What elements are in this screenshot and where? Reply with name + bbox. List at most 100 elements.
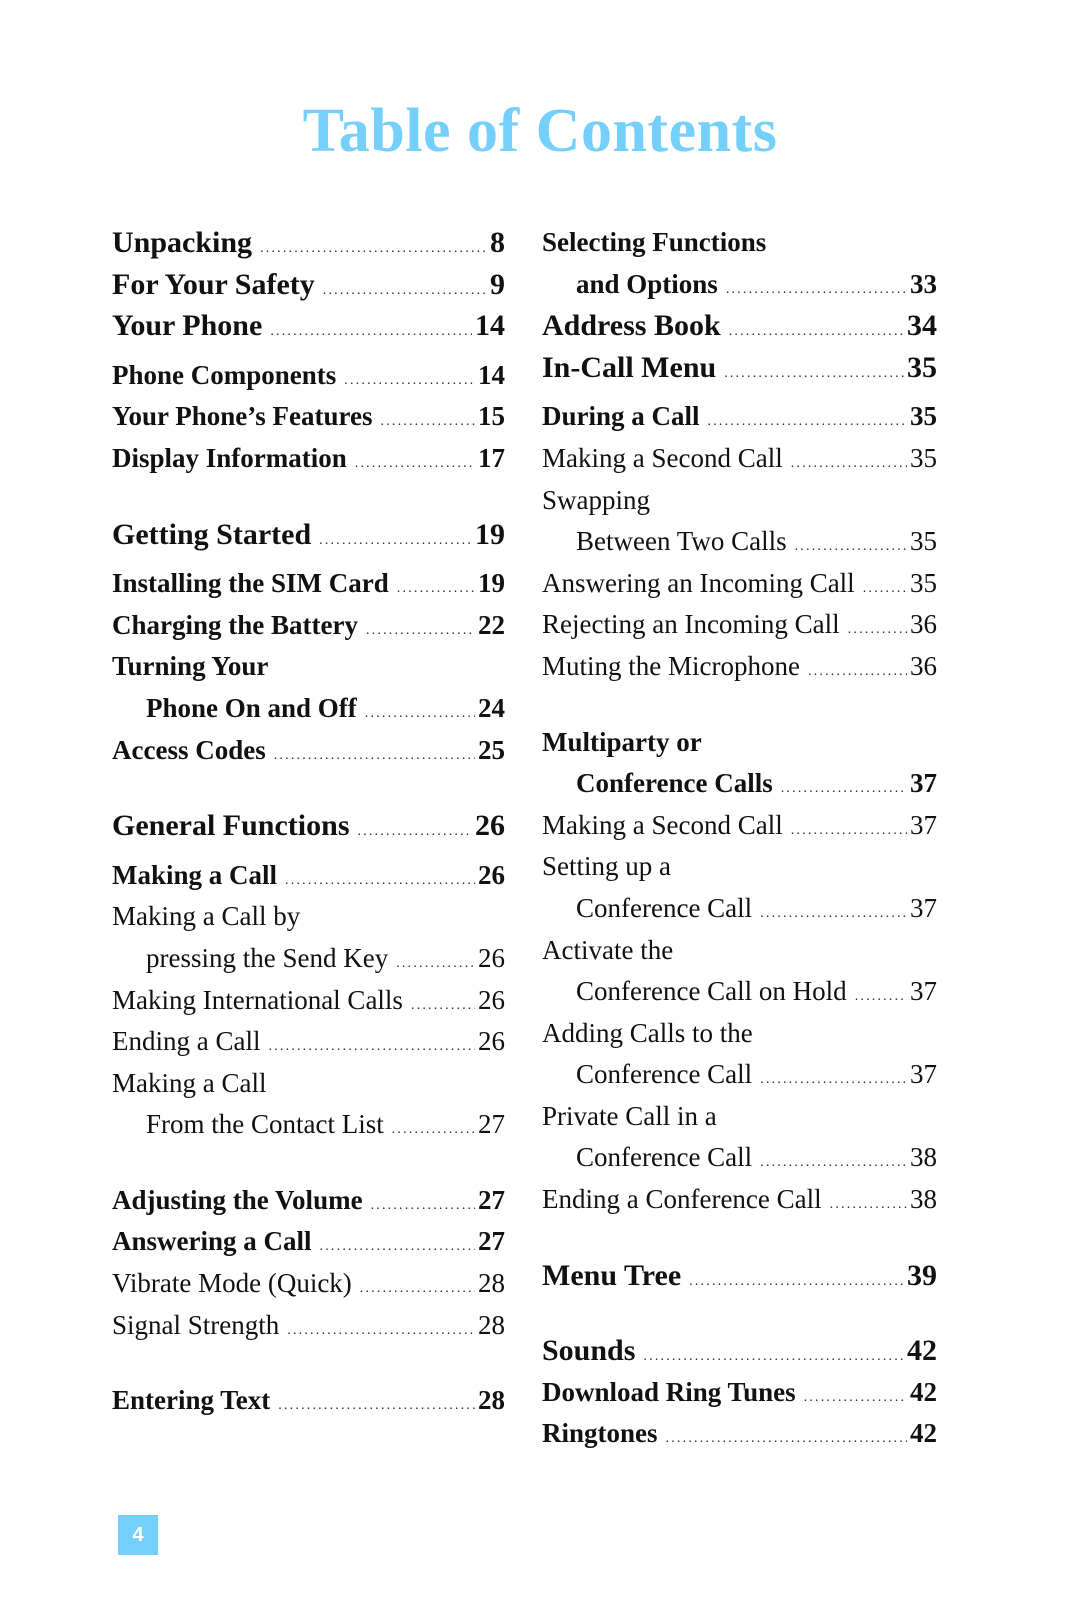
toc-entry-page: 34 <box>907 309 937 343</box>
toc-entry[interactable]: Activate the <box>542 930 937 972</box>
dot-leader <box>360 1268 475 1310</box>
toc-entry[interactable]: Your Phone’s Features 15 <box>112 396 505 438</box>
toc-entry-title: Phone On and Off <box>146 692 357 723</box>
toc-entry[interactable]: Making a Second Call 37 <box>542 805 937 847</box>
dot-leader <box>726 269 907 311</box>
toc-entry[interactable]: Charging the Battery 22 <box>112 605 505 647</box>
toc-entry[interactable]: Display Information 17 <box>112 438 505 480</box>
dot-leader <box>323 270 487 312</box>
toc-entry[interactable]: Swapping <box>542 480 937 522</box>
toc-entry-page: 15 <box>478 401 505 432</box>
toc-entry[interactable]: General Functions 26 <box>112 805 505 847</box>
toc-entry-title: Charging the Battery <box>112 609 358 640</box>
toc-entry[interactable]: Conference Call 37 <box>542 888 937 930</box>
toc-entry[interactable]: Making a Call <box>112 1063 505 1105</box>
dot-leader <box>863 568 907 610</box>
toc-entry[interactable]: Sounds 42 <box>542 1330 937 1372</box>
toc-entry-title: Rejecting an Incoming Call <box>542 609 840 640</box>
toc-entry-page: 33 <box>910 268 937 299</box>
toc-entry[interactable]: Private Call in a <box>542 1096 937 1138</box>
toc-entry[interactable]: Download Ring Tunes 42 <box>542 1372 937 1414</box>
toc-entry-title: General Functions <box>112 809 350 843</box>
toc-entry[interactable]: Vibrate Mode (Quick) 28 <box>112 1263 505 1305</box>
toc-entry-page: 27 <box>478 1226 505 1257</box>
toc-entry-title: Entering Text <box>112 1385 271 1416</box>
toc-entry[interactable]: Selecting Functions <box>542 222 937 264</box>
toc-entry[interactable]: Muting the Microphone 36 <box>542 646 937 688</box>
toc-entry[interactable]: Turning Your <box>112 646 505 688</box>
toc-entry-title: Selecting Functions <box>542 227 767 257</box>
toc-entry-title: Turning Your <box>112 651 269 682</box>
toc-entry[interactable]: Signal Strength 28 <box>112 1305 505 1347</box>
toc-entry[interactable]: Phone On and Off 24 <box>112 688 505 730</box>
dot-leader <box>830 1184 907 1226</box>
toc-entry[interactable]: Access Codes 25 <box>112 730 505 772</box>
toc-entry[interactable]: Adjusting the Volume 27 <box>112 1180 505 1222</box>
toc-entry[interactable]: pressing the Send Key 26 <box>112 938 505 980</box>
toc-entry-title: Installing the SIM Card <box>112 568 389 599</box>
toc-entry[interactable]: Answering an Incoming Call 35 <box>542 563 937 605</box>
toc-entry[interactable]: and Options 33 <box>542 264 937 306</box>
toc-entry[interactable]: Your Phone 14 <box>112 305 505 347</box>
toc-entry[interactable]: Multiparty or <box>542 722 937 764</box>
dot-leader <box>397 568 475 610</box>
toc-entry[interactable]: Ringtones 42 <box>542 1413 937 1455</box>
toc-entry-page: 26 <box>475 809 505 843</box>
toc-entry-page: 38 <box>910 1184 937 1215</box>
dot-leader <box>355 443 475 485</box>
toc-entry[interactable]: Answering a Call 27 <box>112 1221 505 1263</box>
dot-leader <box>804 1377 907 1419</box>
toc-entry-page: 26 <box>478 859 505 890</box>
toc-entry-title: Making a Call <box>112 1067 267 1098</box>
toc-entry-title: Menu Tree <box>542 1258 682 1292</box>
toc-entry[interactable]: Conference Calls 37 <box>542 763 937 805</box>
toc-entry[interactable]: Conference Call on Hold 37 <box>542 971 937 1013</box>
dot-leader <box>666 1418 907 1460</box>
toc-entry[interactable]: Making International Calls 26 <box>112 980 505 1022</box>
toc-entry-page: 28 <box>478 1309 505 1340</box>
toc-entry-title: Activate the <box>542 934 674 965</box>
toc-entry[interactable]: Rejecting an Incoming Call 36 <box>542 604 937 646</box>
toc-entry-title: Phone Components <box>112 359 337 390</box>
toc-entry[interactable]: Adding Calls to the <box>542 1013 937 1055</box>
toc-entry-page: 36 <box>910 650 937 681</box>
toc-entry-page: 24 <box>478 692 505 723</box>
toc-entry[interactable]: Setting up a <box>542 846 937 888</box>
toc-entry-title: Making International Calls <box>112 984 403 1015</box>
toc-entry-page: 35 <box>910 401 937 432</box>
dot-leader <box>411 985 475 1027</box>
toc-entry-page: 22 <box>478 609 505 640</box>
toc-entry[interactable]: Ending a Conference Call 38 <box>542 1179 937 1221</box>
toc-entry-title: Making a Second Call <box>542 809 783 840</box>
toc-entry-title: Display Information <box>112 442 347 473</box>
toc-entry[interactable]: Address Book 34 <box>542 305 937 347</box>
toc-entry[interactable]: Ending a Call 26 <box>112 1021 505 1063</box>
toc-entry[interactable]: Making a Call 26 <box>112 855 505 897</box>
toc-entry[interactable]: Conference Call 38 <box>542 1137 937 1179</box>
toc-entry-page: 14 <box>475 309 505 343</box>
toc-entry[interactable]: Making a Second Call 35 <box>542 438 937 480</box>
dot-leader <box>689 1261 904 1303</box>
toc-entry[interactable]: For Your Safety 9 <box>112 264 505 306</box>
toc-entry[interactable]: Unpacking 8 <box>112 222 505 264</box>
dot-leader <box>358 811 473 853</box>
toc-entry[interactable]: Installing the SIM Card 19 <box>112 563 505 605</box>
dot-leader <box>708 401 907 443</box>
toc-entry-page: 19 <box>478 568 505 599</box>
dot-leader <box>285 860 475 902</box>
dot-leader <box>274 735 475 777</box>
toc-entry[interactable]: Entering Text 28 <box>112 1380 505 1422</box>
toc-entry[interactable]: During a Call 35 <box>542 396 937 438</box>
toc-entry[interactable]: Making a Call by <box>112 896 505 938</box>
toc-entry-page: 17 <box>478 442 505 473</box>
toc-entry[interactable]: Getting Started 19 <box>112 514 505 556</box>
toc-entry[interactable]: Menu Tree 39 <box>542 1255 937 1297</box>
toc-entry-page: 35 <box>910 442 937 473</box>
toc-entry[interactable]: From the Contact List 27 <box>112 1104 505 1146</box>
toc-entry[interactable]: Conference Call 37 <box>542 1054 937 1096</box>
dot-leader <box>381 401 476 443</box>
toc-entry[interactable]: Between Two Calls 35 <box>542 521 937 563</box>
toc-entry[interactable]: Phone Components 14 <box>112 355 505 397</box>
toc-entry[interactable]: In-Call Menu 35 <box>542 347 937 389</box>
toc-entry-title: In-Call Menu <box>542 350 717 384</box>
